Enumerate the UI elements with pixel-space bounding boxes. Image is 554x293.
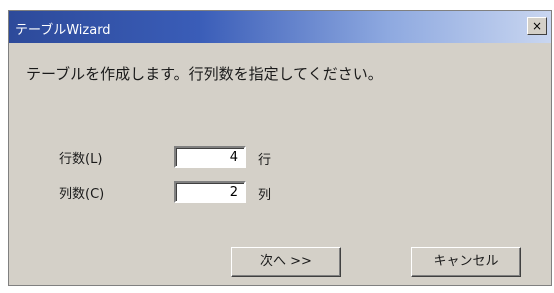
close-button[interactable]: × <box>527 17 547 35</box>
columns-input[interactable] <box>174 181 246 203</box>
rows-label: 行数(L) <box>59 152 103 167</box>
cancel-button[interactable]: キャンセル <box>411 247 521 277</box>
columns-unit: 列 <box>258 188 272 203</box>
title-bar[interactable]: テーブルWizard × <box>9 11 551 43</box>
table-wizard-dialog: テーブルWizard × テーブルを作成します。行列数を指定してください。 行数… <box>8 10 552 286</box>
instruction-text: テーブルを作成します。行列数を指定してください。 <box>26 65 383 83</box>
close-icon: × <box>531 19 543 33</box>
window-title: テーブルWizard <box>15 23 111 38</box>
columns-label: 列数(C) <box>59 187 105 202</box>
next-button[interactable]: 次へ >> <box>231 247 341 277</box>
rows-unit: 行 <box>258 153 272 168</box>
rows-input[interactable] <box>174 146 246 168</box>
